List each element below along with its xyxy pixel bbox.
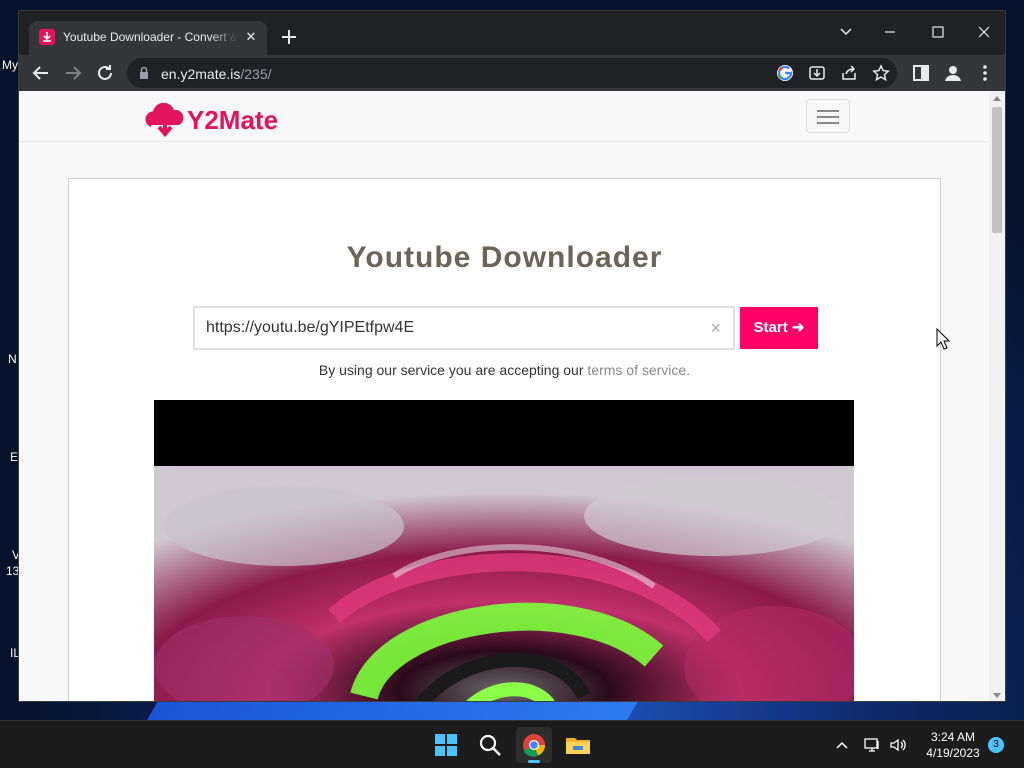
new-tab-button[interactable] [277,25,301,49]
maximize-button[interactable] [923,17,953,47]
mouse-cursor-icon [936,328,950,350]
page-title: Youtube Downloader [346,241,663,274]
scrollbar-thumb[interactable] [992,107,1002,233]
cloud-download-icon [145,102,184,138]
close-icon [978,26,990,38]
y2mate-logo[interactable]: Y2Mate [143,101,278,141]
video-preview[interactable] [154,400,854,701]
back-button[interactable] [29,61,53,85]
tab-title: Youtube Downloader - Convert & Download [63,30,237,44]
desktop-icon-label[interactable]: N [8,352,17,366]
maximize-icon [932,26,944,38]
tab-close-icon[interactable]: ✕ [243,29,259,45]
lock-icon[interactable] [137,66,151,80]
search-icon [479,734,501,756]
nav-toggle-button[interactable] [806,99,850,133]
network-icon[interactable] [862,735,882,755]
bookmark-star-icon[interactable] [871,63,891,83]
menu-icon [817,110,839,112]
clock-date: 4/19/2023 [926,746,980,760]
menu-icon [817,116,839,118]
browser-window: Youtube Downloader - Convert & Download … [18,10,1006,702]
show-hidden-icons-button[interactable] [832,735,852,755]
desktop-icon-label[interactable]: My [2,58,18,72]
minimize-icon [885,31,895,33]
video-url-input[interactable] [195,308,695,348]
chrome-icon [523,734,546,763]
url-path: /235/ [240,66,272,82]
browser-tab[interactable]: Youtube Downloader - Convert & Download … [29,21,267,55]
scroll-up-icon[interactable] [993,96,1001,101]
side-panel-icon [913,65,929,81]
close-window-button[interactable] [969,17,999,47]
plus-icon [282,30,296,44]
start-menu-button[interactable] [428,727,464,763]
install-app-icon[interactable] [807,63,827,83]
logo-text: Y2Mate [187,105,279,135]
google-icon[interactable] [775,63,795,83]
search-button[interactable] [472,727,508,763]
profile-button[interactable] [941,61,965,85]
clock-time: 3:24 AM [930,730,976,744]
tab-search-button[interactable] [831,17,861,47]
arrow-left-icon [32,66,48,80]
start-button[interactable]: Start ➜ [740,307,818,349]
file-explorer-button[interactable] [560,727,596,763]
windows-icon [435,734,457,756]
tab-strip: Youtube Downloader - Convert & Download … [19,11,1005,55]
chevron-down-icon [840,28,852,36]
terms-notice: By using our service you are accepting o… [69,362,940,378]
reload-icon [98,65,112,80]
site-navbar: Y2Mate [19,91,991,142]
y2mate-favicon-icon [39,29,55,45]
profile-icon [945,66,961,81]
reload-button[interactable] [93,61,117,85]
page-viewport: Y2Mate Youtube Downloader × Start ➜ By u… [19,91,991,701]
url-host: en.y2mate.is [161,66,241,82]
more-vertical-icon [983,65,987,81]
clear-icon[interactable]: × [710,318,721,338]
arrow-right-icon [66,66,82,80]
browser-toolbar: en.y2mate.is/235/ [19,55,1005,91]
scroll-down-icon[interactable] [993,693,1001,698]
video-thumbnail [154,466,854,701]
share-icon[interactable] [839,63,859,83]
taskbar: 3:24 AM 4/19/2023 3 [0,720,1024,768]
menu-button[interactable] [973,61,997,85]
side-panel-button[interactable] [909,61,933,85]
address-bar[interactable]: en.y2mate.is/235/ [127,58,897,88]
terms-prefix: By using our service you are accepting o… [318,362,588,378]
url-input-wrapper: × [193,306,735,350]
minimize-button[interactable] [875,17,905,47]
volume-icon[interactable] [888,735,908,755]
chevron-up-icon [836,741,848,749]
page-scrollbar[interactable] [989,91,1005,701]
downloader-panel: Youtube Downloader × Start ➜ By using ou… [68,178,941,701]
terms-of-service-link[interactable]: terms of service. [587,362,690,378]
chrome-taskbar-button[interactable] [516,727,552,763]
forward-button[interactable] [61,61,85,85]
menu-icon [817,122,839,124]
system-clock[interactable]: 3:24 AM 4/19/2023 [920,729,986,761]
url-text[interactable]: en.y2mate.is/235/ [161,66,272,82]
desktop-icon-label[interactable]: E [10,450,18,464]
folder-icon [566,738,590,754]
notification-badge[interactable]: 3 [988,737,1004,753]
